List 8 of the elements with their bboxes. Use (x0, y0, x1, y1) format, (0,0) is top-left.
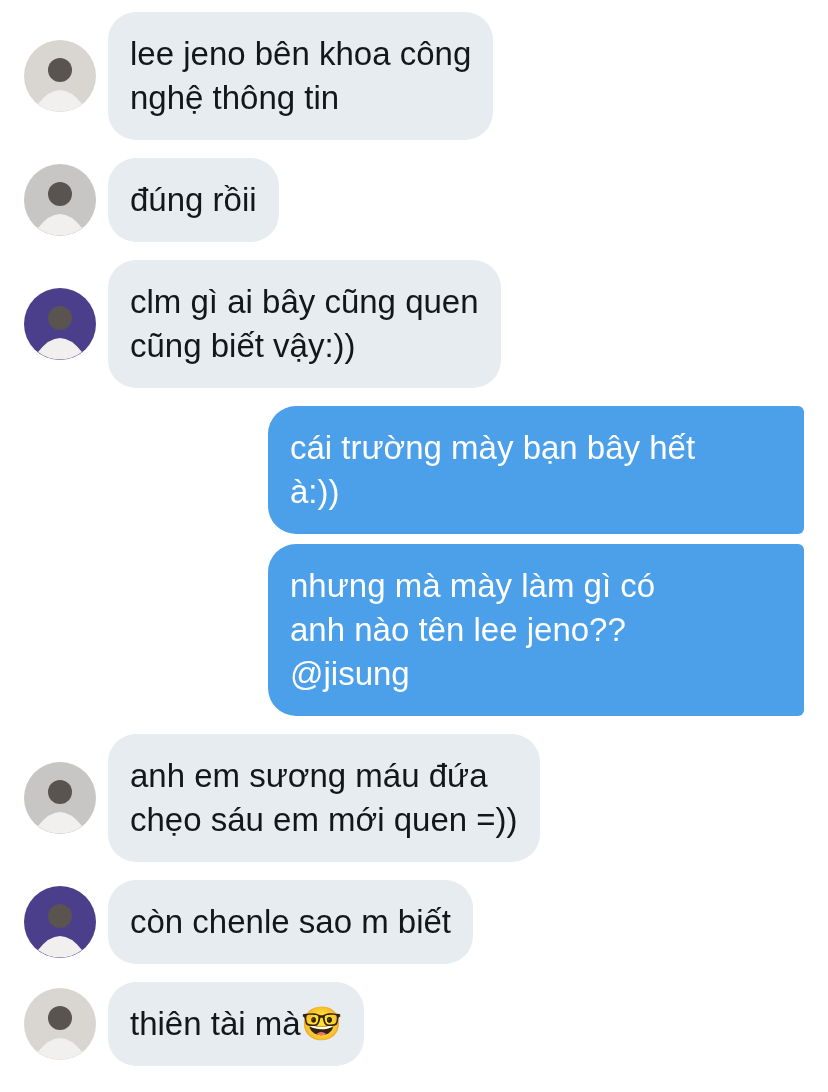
message-bubble: cái trường mày bạn bây hết à:)) (268, 406, 804, 534)
message-bubble: nhưng mà mày làm gì có anh nào tên lee jeno?? @jisung (268, 544, 804, 716)
message-bubble: còn chenle sao m biết (108, 880, 474, 964)
message-bubble: lee jeno bên khoa công nghệ thông tin (108, 12, 494, 140)
message-bubble: thiên tài mà🤓 (108, 982, 364, 1066)
message-bubble: đúng rồii (108, 158, 279, 242)
message-bubble: anh em sương máu đứa chẹo sáu em mới quen =)) (108, 734, 540, 862)
message-bubble: clm gì ai bây cũng quen cũng biết vậy:)) (108, 260, 501, 388)
